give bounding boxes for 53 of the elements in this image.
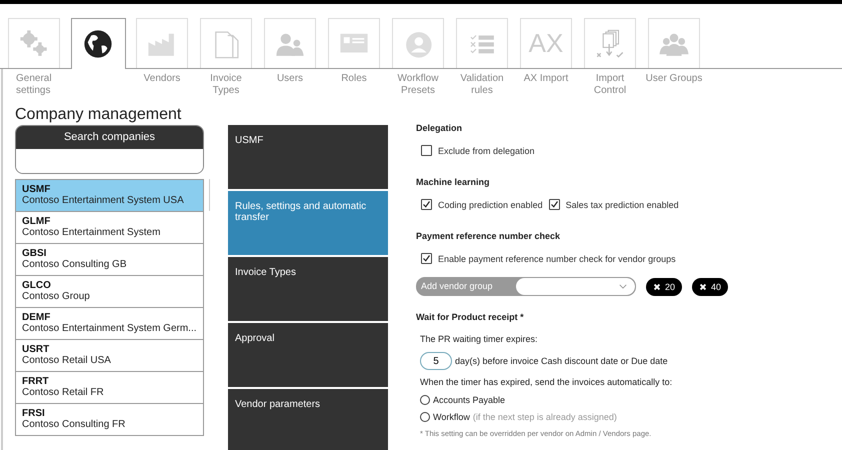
- tab-label[interactable]: Roles: [325, 73, 383, 85]
- checkbox-label: Sales tax prediction enabled: [566, 200, 679, 210]
- section-heading: Delegation: [416, 123, 464, 133]
- checkbox-label: Enable payment reference number check for vendor groups: [438, 254, 676, 264]
- company-item[interactable]: FRRT Contoso Retail FR: [16, 372, 203, 404]
- checkbox-label: Exclude from delegation: [438, 146, 535, 156]
- radio-button[interactable]: [420, 395, 430, 405]
- tab-label[interactable]: Validation rules: [453, 73, 511, 97]
- send-text: When the timer has expired, send the invoices automatically to:: [420, 377, 674, 387]
- company-item[interactable]: FRSI Contoso Consulting FR: [16, 404, 203, 436]
- company-item[interactable]: GLCO Contoso Group: [16, 276, 203, 308]
- company-item[interactable]: USRT Contoso Retail USA: [16, 340, 203, 372]
- scrollbar[interactable]: [208, 179, 210, 211]
- tab-label[interactable]: Users: [261, 73, 319, 85]
- section-tile[interactable]: USMF: [228, 125, 388, 189]
- section-tile[interactable]: Vendor parameters: [228, 389, 388, 450]
- radio-button[interactable]: [420, 412, 430, 422]
- remove-icon: [699, 282, 708, 290]
- tab-label[interactable]: Workflow Presets: [389, 73, 447, 97]
- company-item[interactable]: DEMF Contoso Entertainment System Germ...: [16, 308, 203, 340]
- vendor-group-tag[interactable]: 20: [646, 278, 682, 296]
- section-heading: Machine learning: [416, 177, 491, 187]
- tab-label[interactable]: General settings: [16, 73, 74, 97]
- caret-icon: [619, 284, 627, 289]
- remove-icon: [653, 282, 661, 290]
- company-item[interactable]: GBSI Contoso Consulting GB: [16, 244, 203, 276]
- timer-text: The PR waiting timer expires:: [420, 334, 539, 344]
- section-tile[interactable]: Rules, settings and automatic transfer: [228, 191, 388, 255]
- radio-note: (if the next step is already assigned): [472, 412, 617, 422]
- search-header: Search companies: [16, 126, 203, 149]
- section-tile[interactable]: Approval: [228, 323, 388, 387]
- tab-label[interactable]: Vendors: [133, 73, 191, 85]
- tab-label[interactable]: AX Import: [517, 73, 575, 85]
- vendor-group-tag[interactable]: 40: [692, 278, 728, 296]
- radio-label: Accounts Payable: [433, 395, 506, 405]
- tab-label[interactable]: Import Control: [581, 73, 639, 97]
- section-heading: Payment reference number check: [416, 231, 562, 241]
- radio-label: Workflow: [433, 412, 470, 422]
- days-field[interactable]: 5: [420, 352, 452, 370]
- checkbox-label: Coding prediction enabled: [438, 200, 543, 210]
- checkbox[interactable]: [421, 253, 432, 264]
- section-heading: Wait for Product receipt *: [416, 312, 525, 322]
- company-item[interactable]: GLMF Contoso Entertainment System: [16, 212, 203, 244]
- tab-label[interactable]: Invoice Types: [197, 73, 255, 97]
- checkbox[interactable]: [421, 199, 432, 210]
- nav-tab[interactable]: [70, 18, 126, 69]
- checkbox[interactable]: [548, 199, 560, 210]
- company-item[interactable]: USMF Contoso Entertainment System USA: [16, 180, 203, 212]
- checkbox[interactable]: [421, 145, 432, 156]
- page-title: Company management: [15, 105, 182, 125]
- section-tile[interactable]: Invoice Types: [228, 257, 388, 321]
- days-text: day(s) before invoice Cash discount date or Due date: [455, 356, 668, 366]
- tab-label[interactable]: User Groups: [645, 73, 703, 85]
